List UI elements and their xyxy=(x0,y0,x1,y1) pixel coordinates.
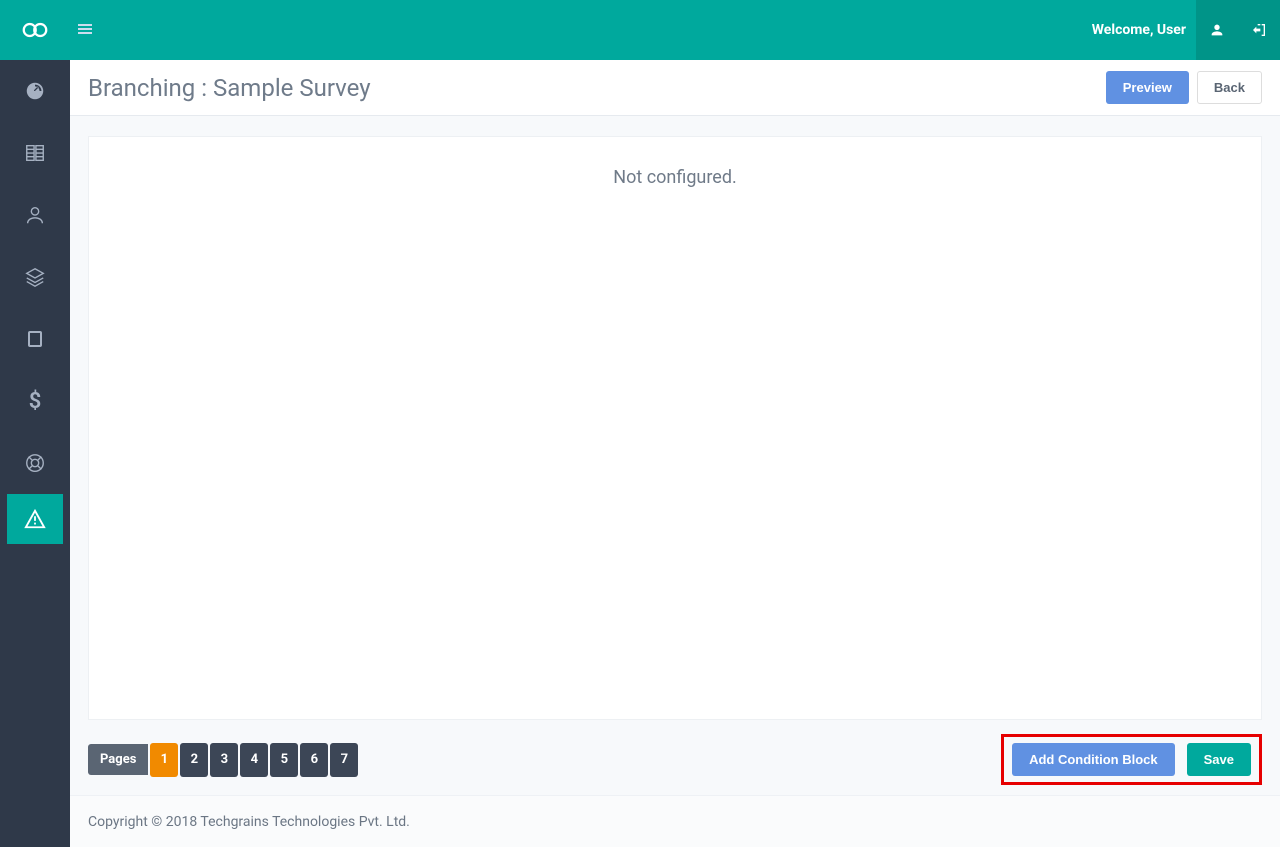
page-button-5[interactable]: 5 xyxy=(270,743,298,777)
dollar-icon: $ xyxy=(29,389,42,414)
user-menu[interactable] xyxy=(1196,0,1238,60)
sidebar-item-alerts[interactable] xyxy=(7,494,63,544)
logo[interactable] xyxy=(0,0,70,60)
sidebar-item-device[interactable] xyxy=(0,308,70,370)
pages-label: Pages xyxy=(88,744,148,775)
lifebuoy-icon xyxy=(24,452,46,474)
layers-icon xyxy=(24,266,46,288)
footer-copyright: Copyright © 2018 Techgrains Technologies… xyxy=(88,814,410,830)
sidebar: $ xyxy=(0,60,70,847)
sidebar-item-dashboard[interactable] xyxy=(0,60,70,122)
welcome-text: Welcome, User xyxy=(1092,22,1186,38)
action-highlight: Add Condition Block Save xyxy=(1001,734,1262,785)
page-button-6[interactable]: 6 xyxy=(300,743,328,777)
hamburger-icon xyxy=(78,22,92,36)
page-button-4[interactable]: 4 xyxy=(240,743,268,777)
page-header: Branching : Sample Survey Preview Back xyxy=(70,60,1280,116)
sidebar-item-billing[interactable]: $ xyxy=(0,370,70,432)
logout-icon xyxy=(1251,22,1267,38)
preview-button[interactable]: Preview xyxy=(1106,71,1189,104)
book-icon xyxy=(24,142,46,164)
add-condition-block-button[interactable]: Add Condition Block xyxy=(1012,743,1175,776)
page-button-3[interactable]: 3 xyxy=(210,743,238,777)
person-icon xyxy=(24,204,46,226)
content-area: Not configured. Pages 1234567 Add Condit… xyxy=(70,116,1280,795)
sidebar-item-layers[interactable] xyxy=(0,246,70,308)
logo-icon xyxy=(20,20,50,40)
menu-toggle[interactable] xyxy=(70,21,110,40)
topbar: Welcome, User xyxy=(0,0,1280,60)
logout-button[interactable] xyxy=(1238,0,1280,60)
empty-message: Not configured. xyxy=(89,167,1261,188)
sidebar-item-users[interactable] xyxy=(0,184,70,246)
sidebar-item-surveys[interactable] xyxy=(0,122,70,184)
page-title: Branching : Sample Survey xyxy=(88,74,1106,102)
page-button-2[interactable]: 2 xyxy=(180,743,208,777)
dashboard-icon xyxy=(24,80,46,102)
warning-icon xyxy=(24,508,46,530)
user-icon xyxy=(1209,22,1225,38)
device-icon xyxy=(28,331,42,347)
bottom-bar: Pages 1234567 Add Condition Block Save xyxy=(88,720,1262,785)
config-card: Not configured. xyxy=(88,136,1262,720)
save-button[interactable]: Save xyxy=(1187,743,1251,776)
main-content: Branching : Sample Survey Preview Back N… xyxy=(70,60,1280,847)
footer: Copyright © 2018 Techgrains Technologies… xyxy=(70,795,1280,847)
sidebar-item-support[interactable] xyxy=(0,432,70,494)
page-button-7[interactable]: 7 xyxy=(330,743,358,777)
back-button[interactable]: Back xyxy=(1197,71,1262,104)
page-button-1[interactable]: 1 xyxy=(150,743,178,777)
